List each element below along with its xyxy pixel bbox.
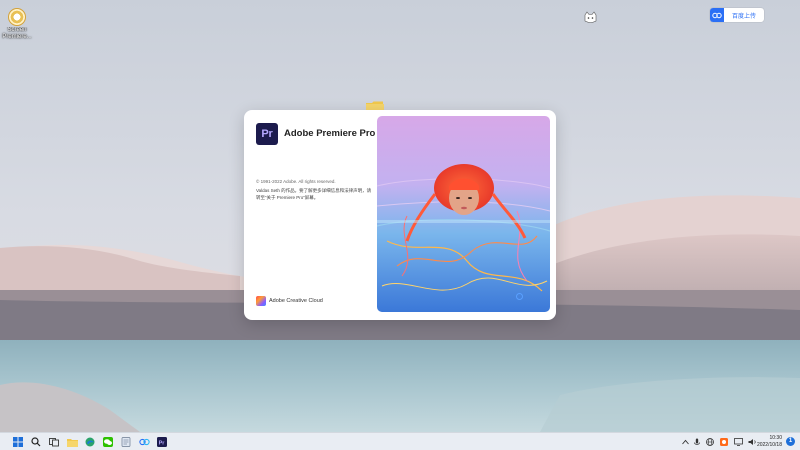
desktop-shortcut[interactable]: Screen Premiere... [2, 8, 32, 41]
edge-icon [85, 437, 95, 447]
screen-recorder-icon [8, 8, 26, 26]
svg-text:Pr: Pr [159, 440, 166, 446]
windows-icon [13, 437, 23, 447]
folder-icon [66, 438, 78, 447]
task-view-button[interactable] [48, 436, 60, 448]
taskbar: Pr 10:30 2022/10/18 1 [0, 432, 800, 450]
baidu-netdisk-button[interactable] [138, 436, 150, 448]
taskbar-clock[interactable]: 10:30 2022/10/18 [757, 435, 782, 448]
splash-artwork [377, 116, 550, 312]
display-icon[interactable] [734, 438, 743, 446]
taskbar-search-button[interactable] [30, 436, 42, 448]
creative-cloud-icon [256, 296, 266, 306]
task-view-icon [49, 438, 59, 447]
baidu-cloud-icon [710, 8, 724, 22]
cat-icon[interactable] [584, 11, 597, 24]
premiere-pro-taskbar-button[interactable]: Pr [156, 436, 168, 448]
chevron-up-icon[interactable] [682, 439, 689, 445]
antivirus-icon[interactable] [720, 438, 728, 446]
loading-spinner [516, 293, 523, 300]
copyright-text: © 1991-2022 Adobe. All rights reserved. [256, 179, 336, 184]
volume-icon[interactable] [748, 438, 757, 446]
edge-browser-button[interactable] [84, 436, 96, 448]
baidu-upload-widget[interactable]: 百度上传 [710, 8, 764, 22]
app-name: Adobe Premiere Pro [284, 128, 376, 139]
baidu-netdisk-icon [138, 438, 150, 446]
system-tray [682, 436, 762, 448]
premiere-logo-text: Pr [261, 128, 273, 140]
wechat-icon [103, 437, 113, 447]
notepad-button[interactable] [120, 436, 132, 448]
microphone-icon[interactable] [694, 438, 700, 447]
baidu-upload-label: 百度上传 [731, 13, 756, 20]
creative-cloud-label: Adobe Creative Cloud [269, 298, 323, 304]
desktop-shortcut-label: Screen Premiere... [2, 27, 32, 40]
wechat-button[interactable] [102, 436, 114, 448]
notepad-icon [121, 437, 131, 447]
premiere-pro-logo: Pr [256, 123, 278, 145]
notification-badge[interactable]: 1 [786, 437, 795, 446]
search-icon [31, 437, 41, 447]
premiere-pro-icon: Pr [157, 437, 167, 447]
network-icon[interactable] [706, 438, 714, 446]
premiere-splash-screen: Pr Adobe Premiere Pro © 1991-2022 Adobe.… [244, 110, 556, 320]
clock-date: 2022/10/18 [756, 441, 782, 448]
file-explorer-button[interactable] [66, 436, 78, 448]
creative-cloud-brand: Adobe Creative Cloud [256, 296, 323, 306]
artwork-credit-text: Valdas Seth 的作品。要了解更多详细信息和法律声明，请转至“关于 Pr… [256, 188, 372, 200]
start-button[interactable] [12, 436, 24, 448]
